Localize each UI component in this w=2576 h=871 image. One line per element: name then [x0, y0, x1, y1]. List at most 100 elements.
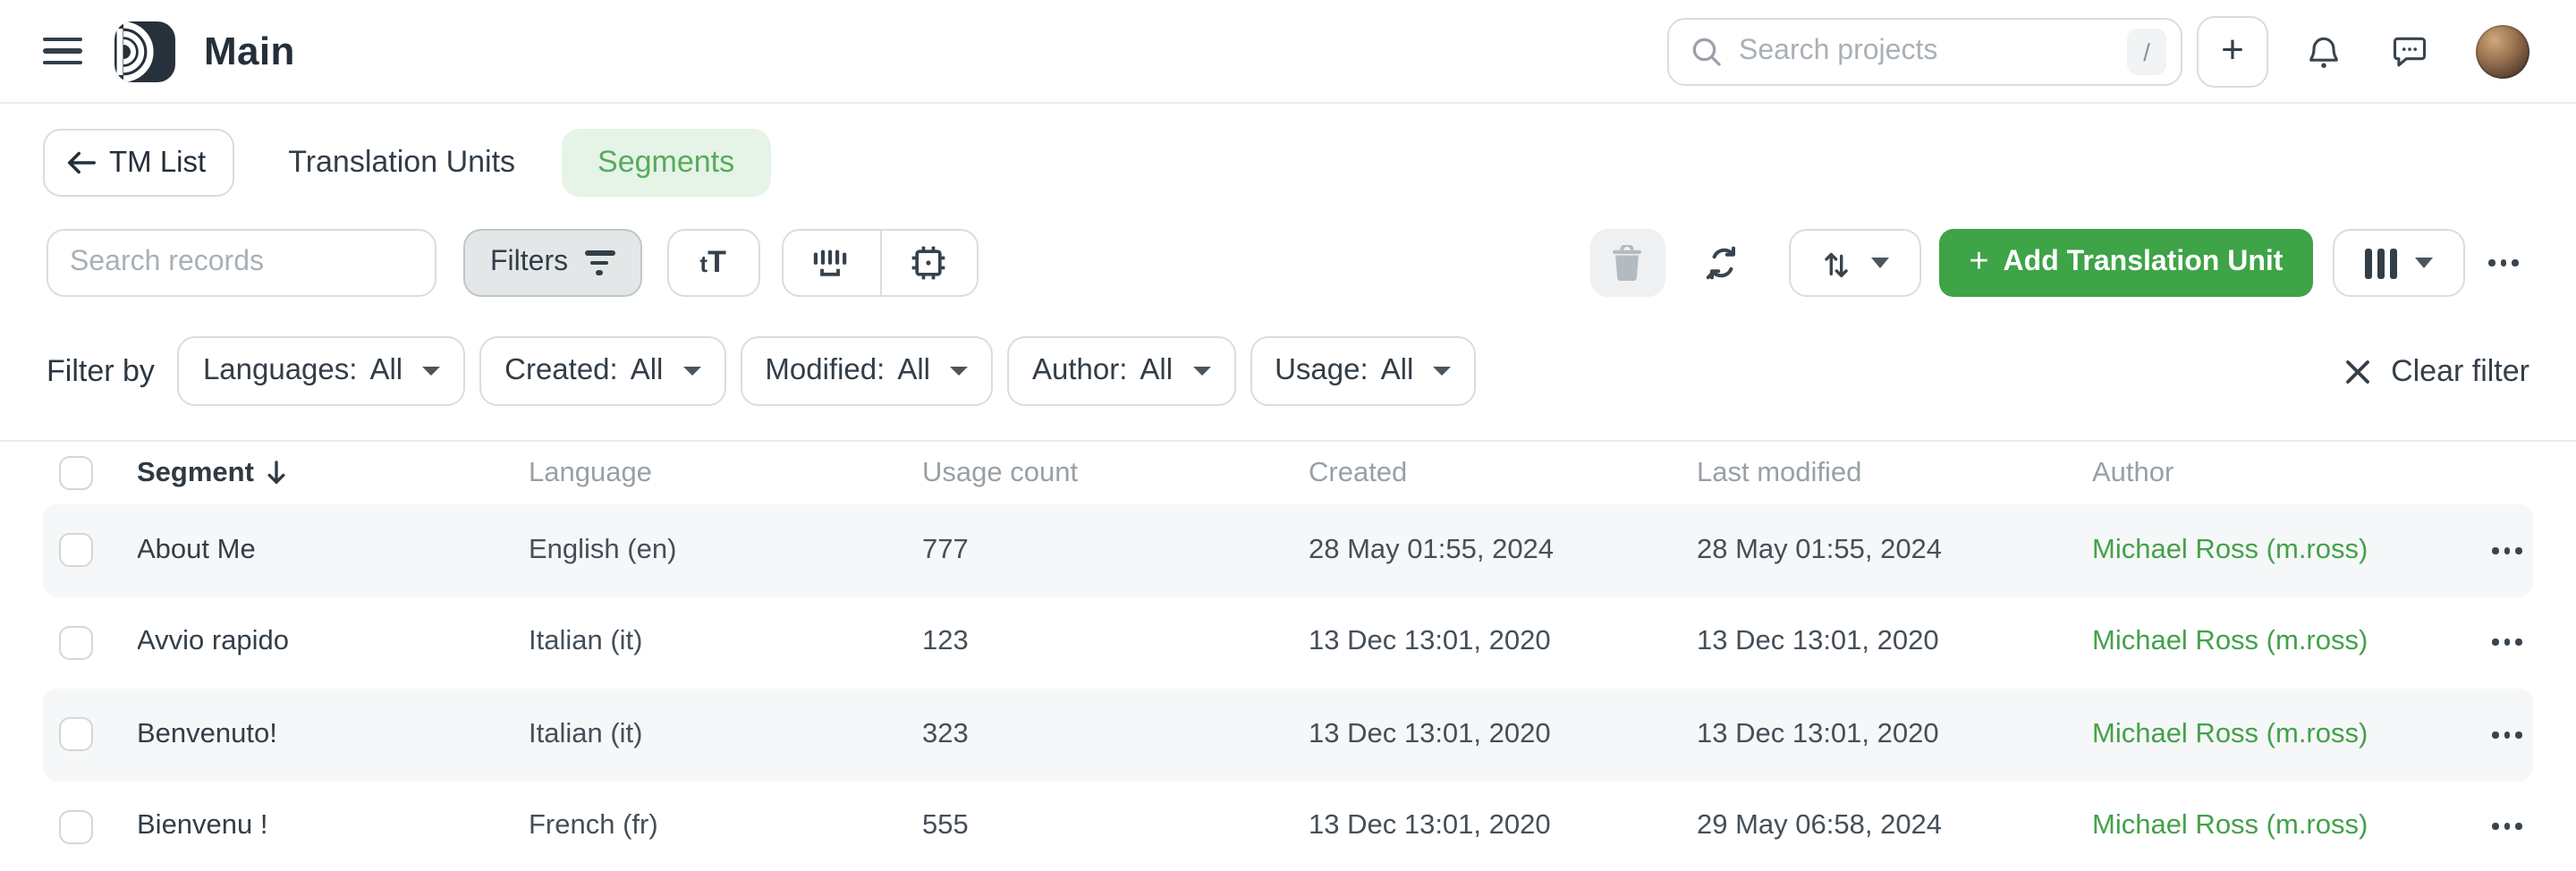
created-cell: 13 Dec 13:01, 2020 [1309, 719, 1697, 751]
table-row: Bienvenu ! French (fr) 555 13 Dec 13:01,… [0, 781, 2576, 871]
row-actions-button[interactable] [2481, 813, 2533, 841]
chevron-down-icon [1871, 258, 1889, 268]
view-options-group [781, 229, 978, 297]
sort-button[interactable] [1788, 229, 1920, 297]
chevron-down-icon [1433, 367, 1451, 376]
row-checkbox[interactable] [59, 718, 93, 752]
barcode-icon [810, 245, 852, 281]
search-icon [1690, 35, 1723, 67]
modified-cell: 13 Dec 13:01, 2020 [1697, 627, 2092, 659]
chevron-down-icon [422, 367, 440, 376]
row-actions-button[interactable] [2481, 629, 2533, 656]
records-search-input[interactable] [47, 229, 436, 297]
chip-value: All [1381, 354, 1414, 388]
filter-chip-languages[interactable]: Languages: All [178, 336, 465, 406]
notifications-button[interactable] [2304, 31, 2343, 71]
page-title: Main [204, 28, 295, 74]
add-translation-unit-button[interactable]: + Add Translation Unit [1938, 229, 2313, 297]
clear-filter-label: Clear filter [2391, 353, 2529, 389]
filter-chip-created[interactable]: Created: All [479, 336, 725, 406]
filters-button[interactable]: Filters [463, 229, 641, 297]
table-row: Avvio rapido Italian (it) 123 13 Dec 13:… [0, 596, 2576, 689]
filter-chip-modified[interactable]: Modified: All [740, 336, 993, 406]
select-all-checkbox[interactable] [59, 456, 93, 490]
created-cell: 28 May 01:55, 2024 [1309, 535, 1697, 567]
column-header-language[interactable]: Language [529, 457, 922, 489]
back-arrow-icon [66, 150, 97, 175]
whitespace-toggle-button[interactable] [783, 231, 879, 295]
table-row: Benvenuto! Italian (it) 323 13 Dec 13:01… [0, 689, 2576, 781]
text-case-toggle-button[interactable]: tT [666, 229, 759, 297]
create-new-button[interactable]: + [2197, 15, 2268, 87]
sort-arrows-icon [1819, 246, 1853, 280]
filter-chip-author[interactable]: Author: All [1007, 336, 1235, 406]
column-header-modified[interactable]: Last modified [1697, 457, 2092, 489]
more-options-button[interactable] [2478, 249, 2529, 276]
created-cell: 13 Dec 13:01, 2020 [1309, 811, 1697, 843]
language-cell: French (fr) [529, 811, 922, 843]
usage-count-cell: 123 [922, 627, 1309, 659]
filters-button-label: Filters [490, 247, 568, 279]
column-header-segment[interactable]: Segment [137, 457, 529, 489]
filter-bar: Filter by Languages: All Created: All Mo… [0, 336, 2576, 406]
chip-value: All [631, 354, 664, 388]
hamburger-menu-icon[interactable] [43, 38, 82, 64]
author-link[interactable]: Michael Ross (m.ross) [2092, 535, 2462, 567]
chip-label: Languages: [203, 354, 358, 388]
usage-count-cell: 555 [922, 811, 1309, 843]
table-header-row: Segment Language Usage count Created Las… [0, 442, 2576, 504]
top-bar: Main / + [0, 0, 2576, 104]
filter-chip-usage[interactable]: Usage: All [1250, 336, 1476, 406]
app-logo[interactable] [114, 21, 175, 81]
delete-selected-button[interactable] [1589, 229, 1665, 297]
row-actions-button[interactable] [2481, 721, 2533, 748]
close-icon [2343, 357, 2371, 385]
chip-value: All [897, 354, 930, 388]
selection-frame-icon [909, 243, 948, 283]
row-checkbox[interactable] [59, 810, 93, 844]
chip-value: All [369, 354, 402, 388]
plus-icon: + [2221, 30, 2244, 69]
column-header-created[interactable]: Created [1309, 457, 1697, 489]
text-case-icon: tT [699, 245, 725, 281]
row-actions-button[interactable] [2481, 537, 2533, 564]
trash-icon [1610, 244, 1644, 282]
placeholders-toggle-button[interactable] [879, 231, 976, 295]
table-row: About Me English (en) 777 28 May 01:55, … [0, 504, 2576, 596]
user-avatar[interactable] [2476, 24, 2529, 78]
segment-cell[interactable]: Benvenuto! [137, 719, 529, 751]
modified-cell: 28 May 01:55, 2024 [1697, 535, 2092, 567]
records-toolbar: Filters tT [0, 229, 2576, 297]
column-header-usage[interactable]: Usage count [922, 457, 1309, 489]
row-checkbox[interactable] [59, 534, 93, 568]
columns-button[interactable] [2333, 229, 2465, 297]
tab-translation-units[interactable]: Translation Units [288, 145, 515, 181]
columns-icon [2365, 248, 2398, 278]
back-to-tm-list-button[interactable]: TM List [43, 129, 234, 197]
author-link[interactable]: Michael Ross (m.ross) [2092, 811, 2462, 843]
projects-search[interactable]: / [1667, 17, 2182, 85]
sort-desc-icon [265, 460, 288, 486]
tab-segments[interactable]: Segments [562, 129, 770, 197]
chip-value: All [1140, 354, 1173, 388]
row-checkbox[interactable] [59, 626, 93, 660]
feedback-button[interactable] [2390, 31, 2429, 71]
chip-label: Usage: [1275, 354, 1368, 388]
chevron-down-icon [950, 367, 968, 376]
usage-count-cell: 777 [922, 535, 1309, 567]
language-cell: English (en) [529, 535, 922, 567]
segment-cell[interactable]: Avvio rapido [137, 627, 529, 659]
author-link[interactable]: Michael Ross (m.ross) [2092, 719, 2462, 751]
rescan-button[interactable] [1700, 241, 1743, 284]
segments-table: Segment Language Usage count Created Las… [0, 440, 2576, 871]
author-link[interactable]: Michael Ross (m.ross) [2092, 627, 2462, 659]
chip-label: Author: [1032, 354, 1127, 388]
filter-by-label: Filter by [47, 353, 155, 389]
column-header-author[interactable]: Author [2092, 457, 2462, 489]
chat-icon [2390, 31, 2429, 71]
segment-cell[interactable]: About Me [137, 535, 529, 567]
clear-filter-button[interactable]: Clear filter [2343, 353, 2529, 389]
segment-cell[interactable]: Bienvenu ! [137, 811, 529, 843]
projects-search-input[interactable] [1739, 35, 2127, 67]
usage-count-cell: 323 [922, 719, 1309, 751]
